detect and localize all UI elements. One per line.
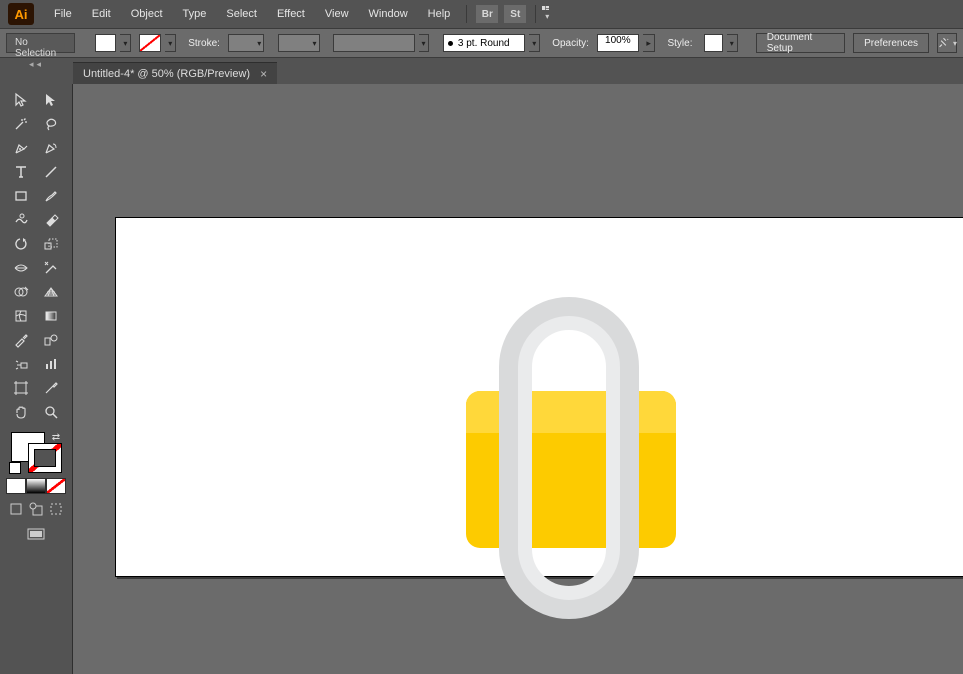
hand-tool[interactable] [6,400,36,424]
perspective-grid-tool[interactable] [36,280,66,304]
pin-options-icon[interactable]: ▾ [937,33,957,53]
stroke-weight-label: Stroke: [188,38,220,49]
menu-effect[interactable]: Effect [267,2,315,26]
preferences-button[interactable]: Preferences [853,33,929,53]
opacity-more-icon[interactable]: ▸ [643,34,656,52]
menu-file[interactable]: File [44,2,82,26]
stroke-weight-field[interactable]: ▾ [228,34,264,52]
graphic-style-dropdown[interactable]: ▾ [727,34,738,52]
document-setup-button[interactable]: Document Setup [756,33,845,53]
draw-normal-icon[interactable] [6,500,26,518]
close-tab-icon[interactable]: × [260,67,267,81]
magic-wand-tool[interactable] [6,112,36,136]
selection-tool[interactable] [6,88,36,112]
direct-selection-tool[interactable] [36,88,66,112]
opacity-label: Opacity: [552,38,589,49]
zoom-tool[interactable] [36,400,66,424]
slice-tool[interactable] [36,376,66,400]
options-bar: No Selection ▾ ▾ Stroke: ▾ ▾ ▾ 3 pt. Rou… [0,28,963,58]
menu-view[interactable]: View [315,2,359,26]
variable-width-profile[interactable]: ▾ [278,34,320,52]
brush-preset-dropdown[interactable]: ▾ [529,34,540,52]
fill-swatch[interactable] [95,34,117,52]
eraser-tool[interactable] [36,208,66,232]
brush-dot-icon [448,41,453,46]
draw-mode-row [6,500,66,518]
pen-tool[interactable] [6,136,36,160]
tool-grid [6,88,66,424]
color-mode-row [6,478,66,494]
mesh-tool[interactable] [6,304,36,328]
stroke-swatch[interactable] [139,34,161,52]
column-graph-tool[interactable] [36,352,66,376]
chevron-down-icon: ▾ [545,12,549,21]
menu-object[interactable]: Object [121,2,173,26]
artboard-tool[interactable] [6,376,36,400]
style-label: Style: [667,38,692,49]
rotate-tool[interactable] [6,232,36,256]
draw-inside-icon[interactable] [46,500,66,518]
chevron-down-icon: ▾ [953,39,957,48]
menu-divider [466,5,467,23]
color-mode-solid[interactable] [6,478,26,494]
type-tool[interactable] [6,160,36,184]
brush-preset-name: 3 pt. Round [458,38,510,49]
menu-help[interactable]: Help [418,2,461,26]
bridge-button[interactable]: Br [476,5,498,23]
opacity-field[interactable]: 100% [597,34,639,52]
app-logo: Ai [8,3,34,25]
symbol-sprayer-tool[interactable] [6,352,36,376]
color-mode-none[interactable] [46,478,66,494]
color-mode-gradient[interactable] [26,478,46,494]
document-tab-row: Untitled-4* @ 50% (RGB/Preview) × [0,58,963,84]
document-tab[interactable]: Untitled-4* @ 50% (RGB/Preview) × [73,62,277,84]
default-fill-stroke-icon[interactable] [9,462,21,474]
document-tab-title: Untitled-4* @ 50% (RGB/Preview) [83,68,250,80]
swap-fill-stroke-icon[interactable]: ⇄ [49,430,63,444]
line-segment-tool[interactable] [36,160,66,184]
eyedropper-tool[interactable] [6,328,36,352]
menu-select[interactable]: Select [216,2,267,26]
curvature-pen-tool[interactable] [36,136,66,160]
fill-stroke-color-well[interactable]: ⇄ [9,430,63,474]
canvas-stage[interactable] [73,84,963,674]
menu-edit[interactable]: Edit [82,2,121,26]
width-tool[interactable] [6,256,36,280]
arrange-documents-icon[interactable]: ▾ [542,6,549,23]
stock-button[interactable]: St [504,5,526,23]
menu-bar: Ai File Edit Object Type Select Effect V… [0,0,963,28]
graphic-style-swatch[interactable] [704,34,722,52]
selection-indicator: No Selection [6,33,75,53]
scale-tool[interactable] [36,232,66,256]
menu-type[interactable]: Type [173,2,217,26]
stroke-dropdown[interactable]: ▾ [165,34,176,52]
shaper-tool[interactable] [6,208,36,232]
fill-dropdown[interactable]: ▾ [120,34,131,52]
menu-divider-2 [535,5,536,23]
work-area: ⇄ [0,84,963,674]
toolbox-collapse-handle[interactable]: ◂◂ [0,58,73,70]
shape-builder-tool[interactable] [6,280,36,304]
stroke-color-box[interactable] [28,443,62,473]
blend-tool[interactable] [36,328,66,352]
paintbrush-tool[interactable] [36,184,66,208]
menu-window[interactable]: Window [359,2,418,26]
toolbox-panel: ⇄ [0,84,73,674]
brush-definition[interactable] [333,34,415,52]
gradient-tool[interactable] [36,304,66,328]
lasso-tool[interactable] [36,112,66,136]
rectangle-tool[interactable] [6,184,36,208]
free-transform-tool[interactable] [36,256,66,280]
brush-preset-display[interactable]: 3 pt. Round [443,34,525,52]
art-shackle-inner[interactable] [518,316,620,600]
draw-behind-icon[interactable] [26,500,46,518]
brush-definition-dropdown[interactable]: ▾ [419,34,430,52]
screen-mode-button[interactable] [24,526,48,544]
